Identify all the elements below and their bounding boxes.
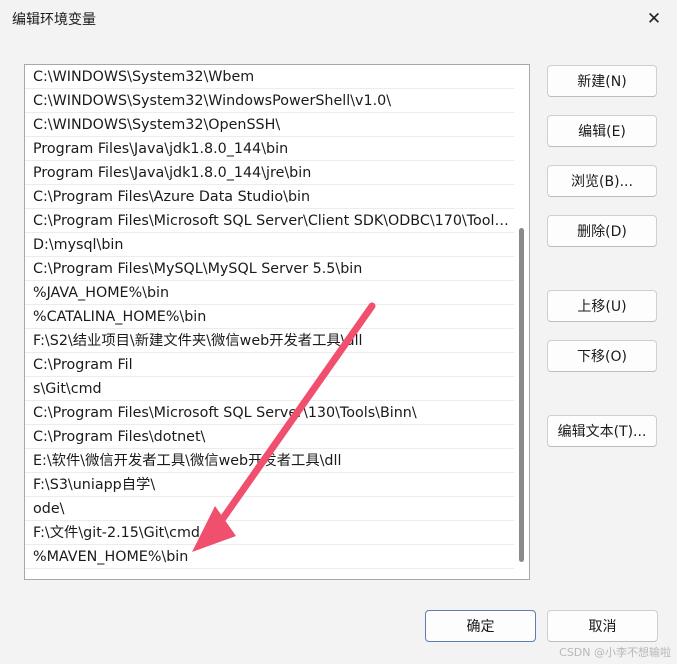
arrow-shaft: [208, 302, 376, 538]
annotation-arrow: [192, 302, 376, 552]
watermark: CSDN @小李不想输啦: [559, 646, 671, 659]
